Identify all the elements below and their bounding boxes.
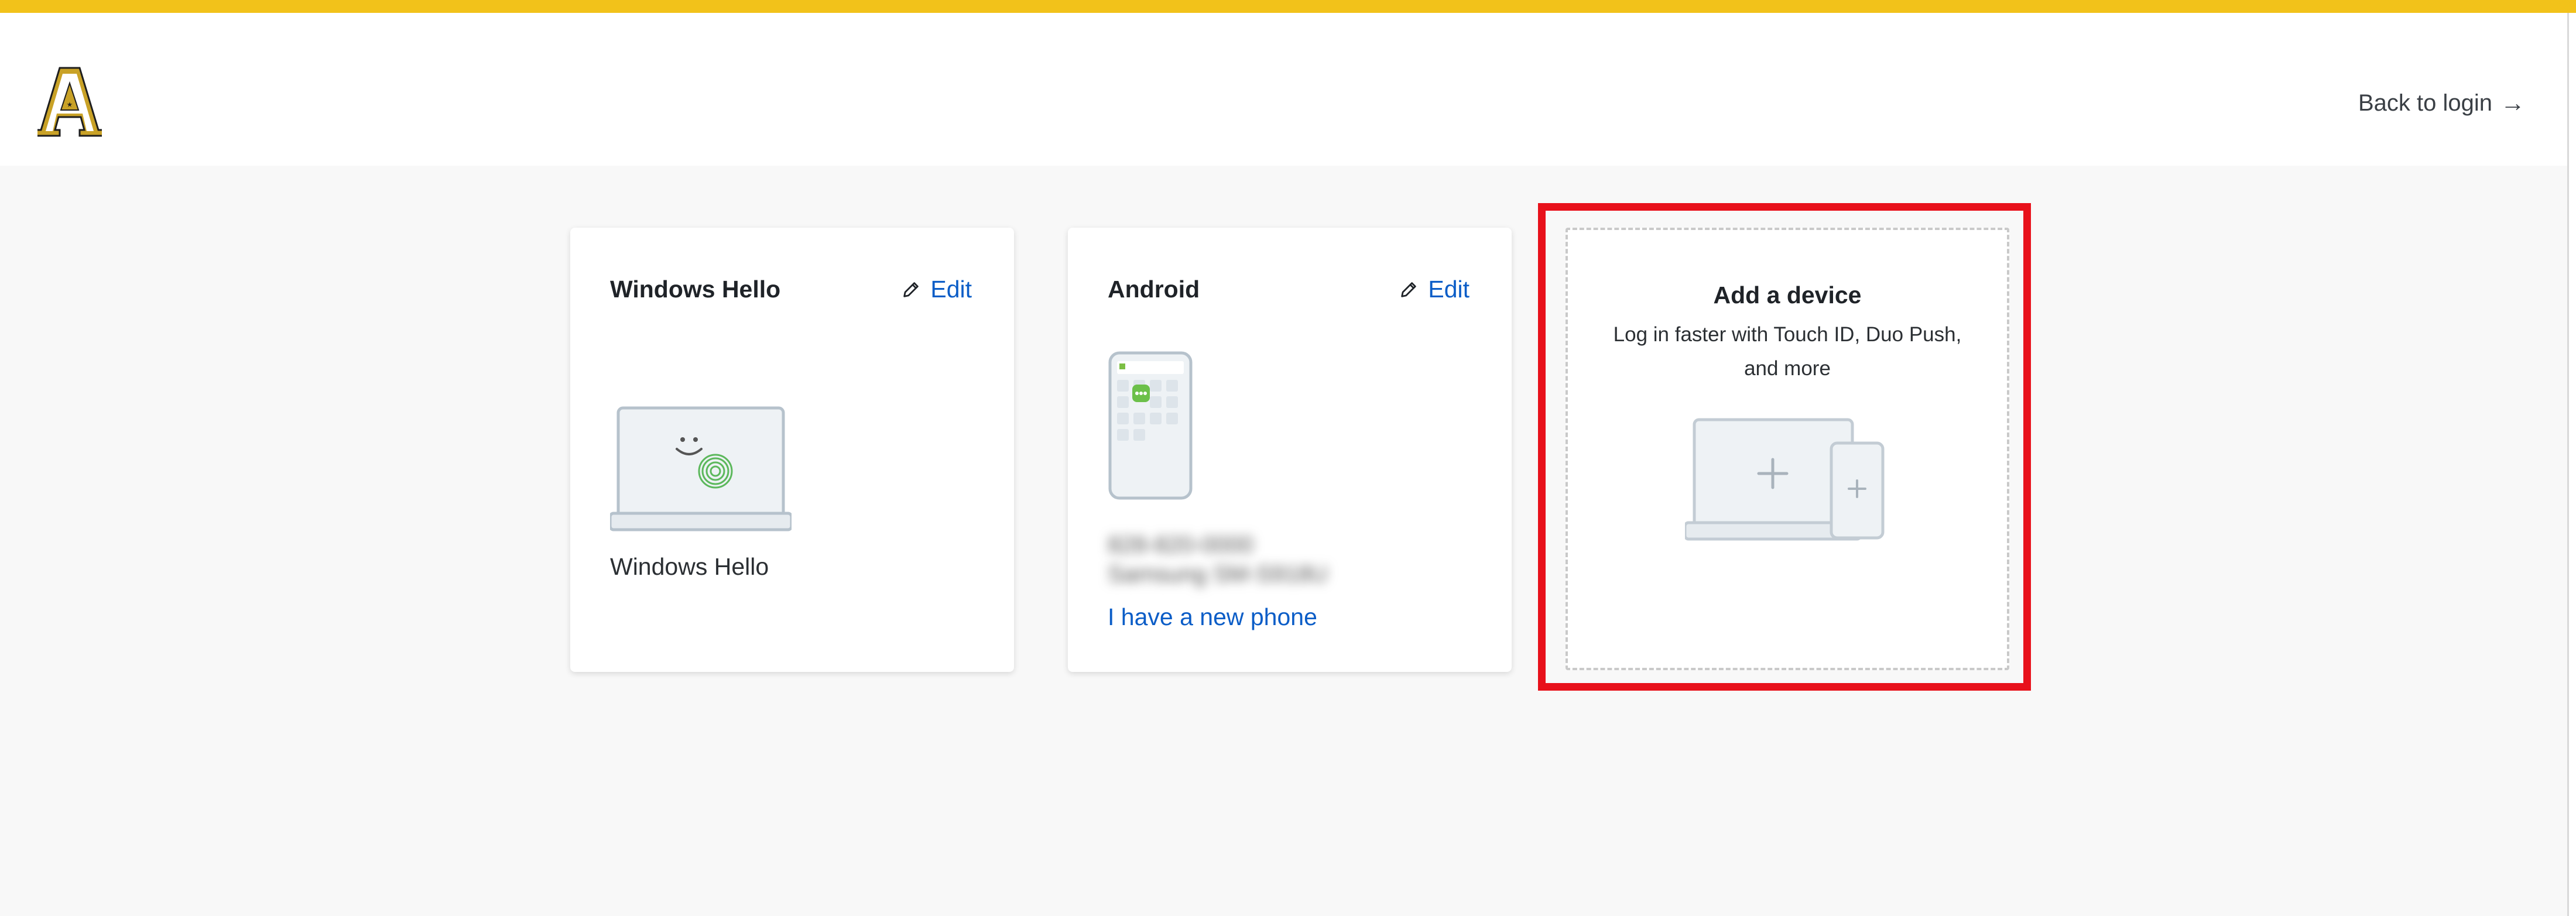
add-device-card[interactable]: Add a device Log in faster with Touch ID…: [1566, 228, 2009, 670]
back-to-login-link[interactable]: Back to login →: [2358, 89, 2525, 117]
svg-text:★: ★: [67, 102, 73, 108]
device-card-windows-hello: Windows Hello Edit Windows Hello: [570, 228, 1014, 672]
device-phone-number: 828-820-0000: [1108, 532, 1254, 558]
device-model: Samsung SM-S918U: [1108, 561, 1328, 587]
page-header: ★ Back to login →: [0, 13, 2567, 166]
scrollbar[interactable]: [2567, 13, 2576, 916]
edit-label: Edit: [1428, 276, 1469, 303]
add-device-title: Add a device: [1713, 282, 1862, 308]
new-phone-link[interactable]: I have a new phone: [1108, 603, 1317, 631]
collegiate-letter-a-logo-icon: ★: [35, 67, 104, 137]
device-card-android: Android Edit 828-820-0000 Samsung SM-S91…: [1068, 228, 1512, 672]
back-to-login-label: Back to login: [2358, 90, 2492, 116]
pencil-icon: [1401, 282, 1417, 297]
laptop-fingerprint-icon: [608, 403, 793, 532]
phone-duo-app-icon: [1108, 351, 1195, 509]
pencil-icon: [903, 282, 919, 297]
edit-button[interactable]: Edit: [901, 276, 972, 303]
device-name: Windows Hello: [610, 553, 769, 580]
arrow-right-icon: →: [2500, 89, 2525, 116]
add-device-subtitle: Log in faster with Touch ID, Duo Push, a…: [1613, 323, 1962, 380]
edit-button[interactable]: Edit: [1399, 276, 1469, 303]
logo: ★: [35, 66, 104, 137]
laptop-phone-plus-icon: [1683, 417, 1896, 546]
device-card-title: Windows Hello: [610, 276, 781, 303]
accent-top-bar: [0, 0, 2576, 13]
device-card-title: Android: [1108, 276, 1200, 303]
edit-label: Edit: [930, 276, 972, 303]
